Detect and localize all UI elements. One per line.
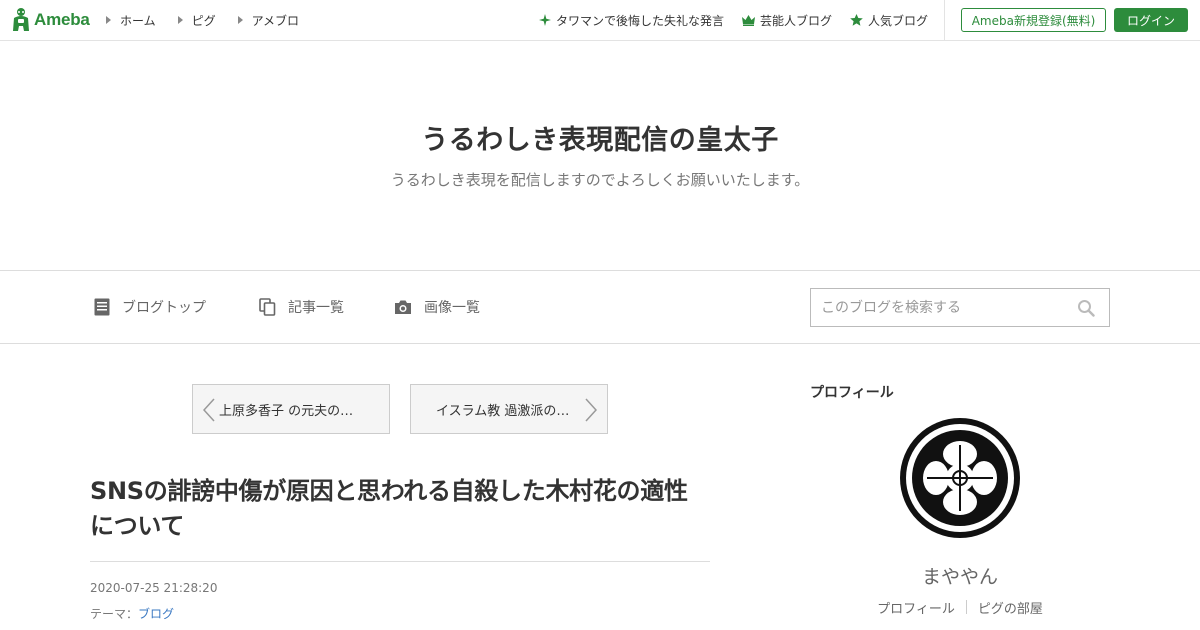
nav-popular-label: 人気ブログ	[867, 13, 928, 28]
avatar[interactable]	[899, 417, 1021, 539]
login-button[interactable]: ログイン	[1114, 8, 1188, 32]
article-date: 2020-07-25 21:28:20	[90, 581, 218, 595]
article-divider	[90, 561, 710, 562]
nav-popular-blogs[interactable]: 人気ブログ	[850, 12, 928, 29]
previous-article-button[interactable]: 上原多香子 の元夫の…	[192, 384, 390, 434]
article-theme: テーマ：ブログ	[90, 605, 174, 622]
blog-nav-images[interactable]: 画像一覧	[394, 271, 480, 343]
family-crest-icon	[900, 418, 1020, 538]
search-icon[interactable]	[1077, 299, 1095, 317]
nav-ameblo-label: アメブロ	[251, 13, 300, 28]
nav-home[interactable]: ホーム	[106, 12, 156, 29]
blog-nav-top-label: ブログトップ	[122, 300, 206, 316]
featured-nav: タワマンで後悔した失礼な発言 芸能人ブログ 人気ブログ	[521, 0, 928, 40]
blog-description: うるわしき表現を配信しますのでよろしくお願いいたします。	[390, 171, 810, 189]
blog-nav-entries[interactable]: 記事一覧	[259, 271, 344, 343]
profile-name[interactable]: まややん	[810, 562, 1110, 589]
ameba-logo[interactable]: Ameba	[11, 7, 90, 33]
logo-text: Ameba	[34, 10, 90, 29]
caret-right-icon	[106, 16, 111, 24]
nav-celebrity-blogs[interactable]: 芸能人ブログ	[741, 12, 832, 29]
article-theme-link[interactable]: ブログ	[138, 607, 174, 621]
link-separator	[965, 600, 967, 614]
previous-article-label: 上原多香子 の元夫の…	[219, 403, 354, 419]
profile-heading: プロフィール	[810, 385, 894, 401]
blog-title[interactable]: うるわしき表現配信の皇太子	[0, 118, 1200, 157]
blog-search-input[interactable]	[811, 289, 1061, 326]
blog-nav: ブログトップ 記事一覧 画像一覧	[0, 270, 1200, 344]
sparkle-icon	[538, 14, 551, 26]
nav-trending-topic[interactable]: タワマンで後悔した失礼な発言	[538, 12, 724, 29]
star-icon	[850, 14, 863, 26]
camera-icon	[395, 300, 411, 314]
global-nav: ホーム ピグ アメブロ	[106, 0, 321, 40]
blog-nav-top[interactable]: ブログトップ	[94, 271, 206, 343]
next-article-button[interactable]: イスラム教 過激派の…	[410, 384, 608, 434]
ameba-mascot-icon	[13, 8, 29, 31]
document-icon	[94, 298, 110, 316]
register-button[interactable]: Ameba新規登録(無料)	[961, 8, 1106, 32]
header-divider	[944, 0, 945, 40]
nav-pigg[interactable]: ピグ	[177, 12, 216, 29]
nav-trending-label: タワマンで後悔した失礼な発言	[555, 13, 724, 28]
top-header: Ameba ホーム ピグ アメブロ タワマンで後悔した失礼な発言 芸能人ブログ …	[0, 0, 1200, 41]
chevron-left-icon	[203, 398, 215, 422]
profile-link[interactable]: プロフィール	[877, 598, 955, 617]
nav-ameblo[interactable]: アメブロ	[237, 12, 300, 29]
caret-right-icon	[237, 16, 243, 24]
blog-nav-entries-label: 記事一覧	[288, 300, 344, 316]
nav-home-label: ホーム	[120, 13, 156, 28]
pigg-room-link[interactable]: ピグの部屋	[978, 598, 1043, 617]
nav-pigg-label: ピグ	[191, 13, 216, 28]
crown-icon	[741, 14, 755, 26]
article-title[interactable]: SNSの誹謗中傷が原因と思われる自殺した木村花の適性について	[90, 474, 710, 544]
caret-right-icon	[177, 16, 183, 24]
next-article-label: イスラム教 過激派の…	[436, 403, 570, 419]
profile-links: プロフィール ピグの部屋	[810, 598, 1110, 617]
blog-search	[810, 288, 1110, 327]
article-theme-prefix: テーマ：	[90, 607, 139, 621]
nav-celebrity-label: 芸能人ブログ	[759, 13, 832, 28]
blog-nav-images-label: 画像一覧	[424, 300, 480, 316]
copy-icon	[259, 298, 276, 316]
chevron-right-icon	[585, 398, 597, 422]
